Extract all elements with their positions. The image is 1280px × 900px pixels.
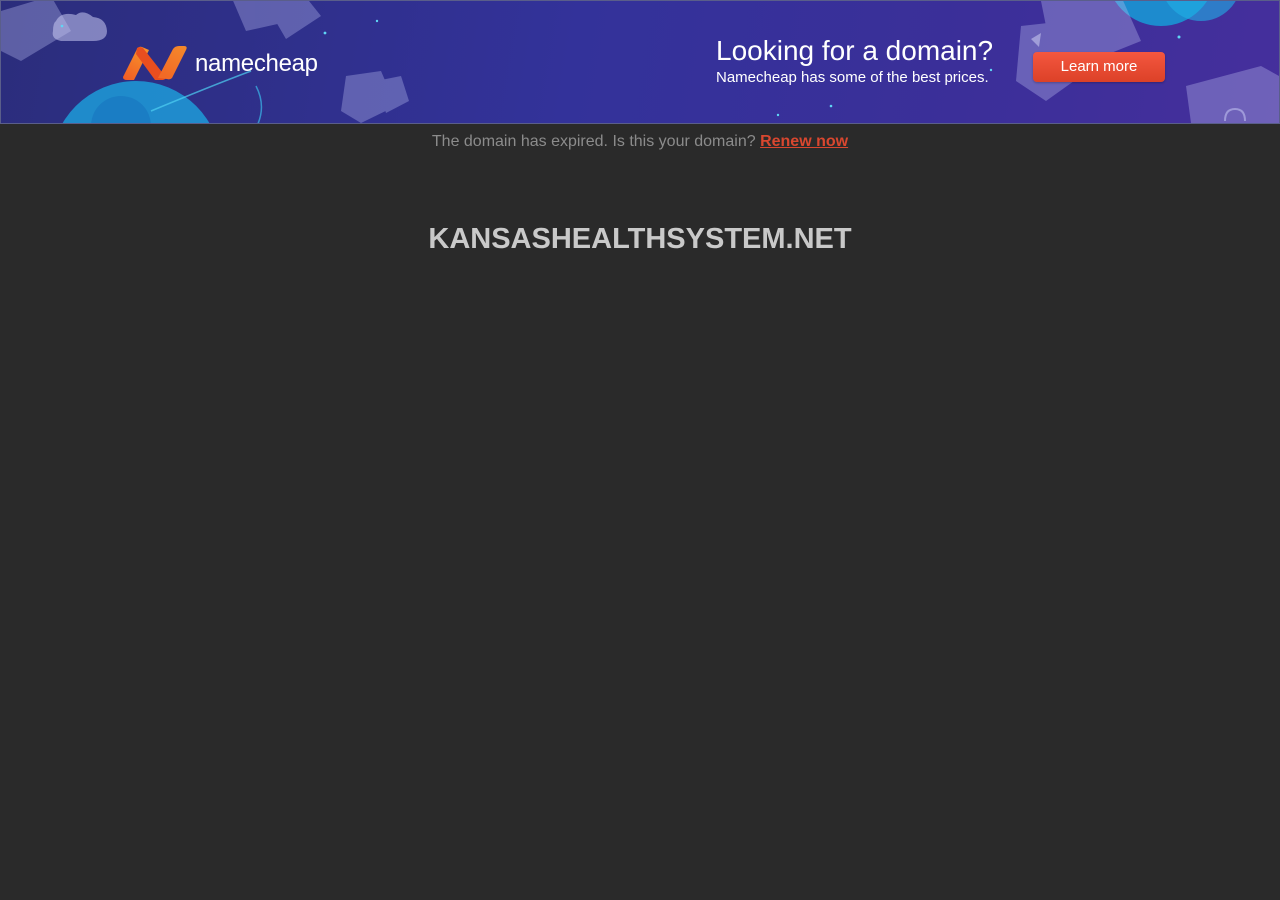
promo-text: Looking for a domain? Namecheap has some… [716,34,993,87]
namecheap-brand[interactable]: namecheap [122,45,318,81]
brand-name: namecheap [195,50,318,77]
promo-title: Looking for a domain? [716,35,994,66]
namecheap-logo-icon [123,46,187,80]
promo-banner: namecheap Looking for a domain? Namechea… [0,0,1280,124]
expiry-notice-text: The domain has expired. Is this your dom… [431,133,756,150]
promo-subtitle: Namecheap has some of the best prices. [716,69,989,86]
learn-more-button[interactable]: Learn more [1033,52,1165,82]
domain-name-heading: KANSASHEALTHSYSTEM.NET [428,223,852,255]
renew-now-link[interactable]: Renew now [760,133,848,150]
expiry-notice: The domain has expired. Is this your dom… [0,132,1280,152]
